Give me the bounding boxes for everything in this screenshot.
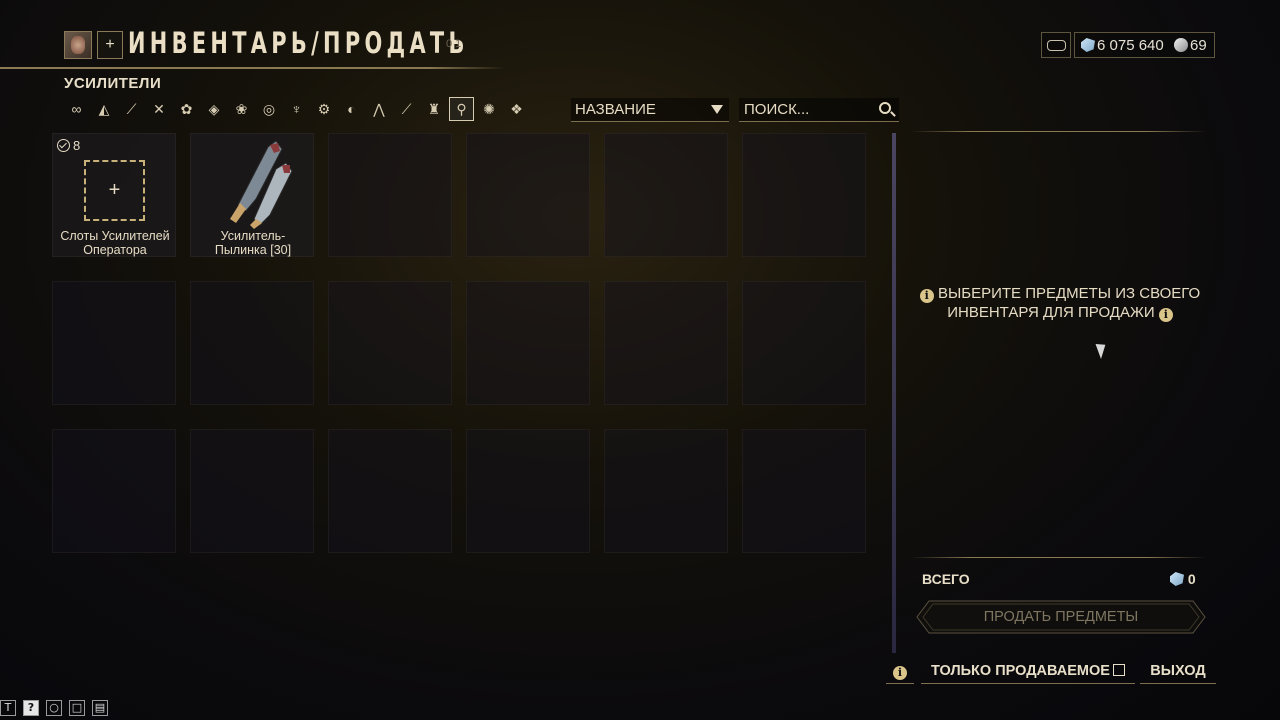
screenshot-icon[interactable]: ○ [46,700,62,716]
tile-label: Усилитель- Пылинка [30] [214,229,292,257]
chat-icon [1047,40,1066,51]
menu-icon[interactable]: ▤ [92,700,108,716]
chat-button[interactable] [1041,32,1071,58]
slot-count: 8 [57,138,80,153]
arcane-icon[interactable]: ♆ [284,97,309,121]
melee-icon[interactable]: ✿ [174,97,199,121]
zaw-icon[interactable]: ⟋ [394,97,419,121]
info-icon: i [1158,308,1173,322]
search-input[interactable]: ПОИСК... [739,98,899,122]
mod-icon[interactable]: ◎ [257,97,282,121]
check-circle-icon [57,139,70,152]
info-icon: i [919,289,934,303]
amp-icon[interactable]: ⚲ [449,97,474,121]
secondary-weapon-icon[interactable]: ✕ [147,97,172,121]
empty-tile [328,429,452,553]
search-placeholder: ПОИСК... [744,101,810,118]
total-divider [911,557,1207,558]
empty-tile [328,133,452,257]
empty-tile [466,429,590,553]
info-button[interactable]: i [886,660,914,684]
empty-tile [742,281,866,405]
sell-items-button[interactable]: ПРОДАТЬ ПРЕДМЕТЫ [915,599,1207,635]
add-slot-button[interactable]: + [84,160,145,221]
mini-toolbar: T? ○ □ ▤ [0,700,115,718]
scrollbar[interactable] [892,133,896,653]
empty-tile [466,133,590,257]
empty-tile [604,281,728,405]
empty-tile [604,133,728,257]
empty-tile [742,133,866,257]
sellable-only-toggle[interactable]: ТОЛЬКО ПРОДАВАЕМОЕ [921,660,1135,684]
companion-icon[interactable]: ◈ [202,97,227,121]
filter-bar: ∞ ◭ ⟋ ✕ ✿ ◈ ❀ ◎ ♆ ⚙ ◐ ⋀ ⟋ ♜ ⚲ ✺ ❖ [64,97,532,121]
help-icon[interactable]: ? [23,700,39,716]
window-icon[interactable]: □ [69,700,85,716]
warframe-icon[interactable]: ◭ [92,97,117,121]
currency-display: 6 075 640 69 [1074,32,1215,58]
resource-icon[interactable]: ✺ [477,97,502,121]
info-icon: i [893,666,907,680]
total-label: ВСЕГО [922,571,970,587]
empty-tile [742,429,866,553]
total-value: 0 [1170,571,1196,587]
text-chat-icon[interactable]: T [0,700,16,716]
header-divider [0,67,505,69]
credits-value: 6 075 640 [1097,37,1164,54]
page-title: ИНВЕНТАРЬ/ПРОДАТЬ [128,26,469,60]
relic-icon[interactable]: ⚙ [312,97,337,121]
sell-hint: i ВЫБЕРИТЕ ПРЕДМЕТЫ ИЗ СВОЕГО ИНВЕНТАРЯ … [912,284,1208,322]
panel-divider [911,131,1207,132]
credits-icon [1081,38,1095,52]
platinum-icon [1174,38,1188,52]
profile-avatar[interactable] [64,31,92,59]
chevron-down-icon [711,105,723,114]
exit-button[interactable]: ВЫХОД [1140,660,1216,684]
empty-tile [190,429,314,553]
checkbox-icon[interactable] [1112,664,1125,676]
amp-item-tile[interactable]: Усилитель- Пылинка [30] [190,133,314,257]
mouse-cursor-icon [1095,340,1110,360]
kdrive-icon[interactable]: ⋀ [367,97,392,121]
archwing-icon[interactable]: ❀ [229,97,254,121]
empty-tile [328,281,452,405]
search-icon[interactable] [879,102,891,114]
amp-item-image [230,140,293,229]
credits-icon [1170,572,1184,586]
primary-weapon-icon[interactable]: ⟋ [119,97,144,121]
kitgun-icon[interactable]: ♜ [422,97,447,121]
sort-dropdown[interactable]: НАЗВАНИЕ [571,98,729,122]
category-label: УСИЛИТЕЛИ [64,75,162,92]
empty-tile [52,429,176,553]
amp-slots-tile[interactable]: 8 + Слоты Усилителей Оператора [52,133,176,257]
title-decoration: 01 [446,38,465,50]
platinum-value: 69 [1190,37,1207,54]
empty-tile [190,281,314,405]
inventory-grid: 8 + Слоты Усилителей Оператора Усилитель… [52,133,880,555]
tile-label: Слоты Усилителей Оператора [60,229,170,257]
necramech-icon[interactable]: ◐ [339,97,364,121]
add-button[interactable]: + [97,31,123,59]
empty-tile [466,281,590,405]
empty-tile [52,281,176,405]
all-icon[interactable]: ∞ [64,97,89,121]
sort-label: НАЗВАНИЕ [575,101,656,118]
empty-tile [604,429,728,553]
misc-icon[interactable]: ❖ [504,97,529,121]
